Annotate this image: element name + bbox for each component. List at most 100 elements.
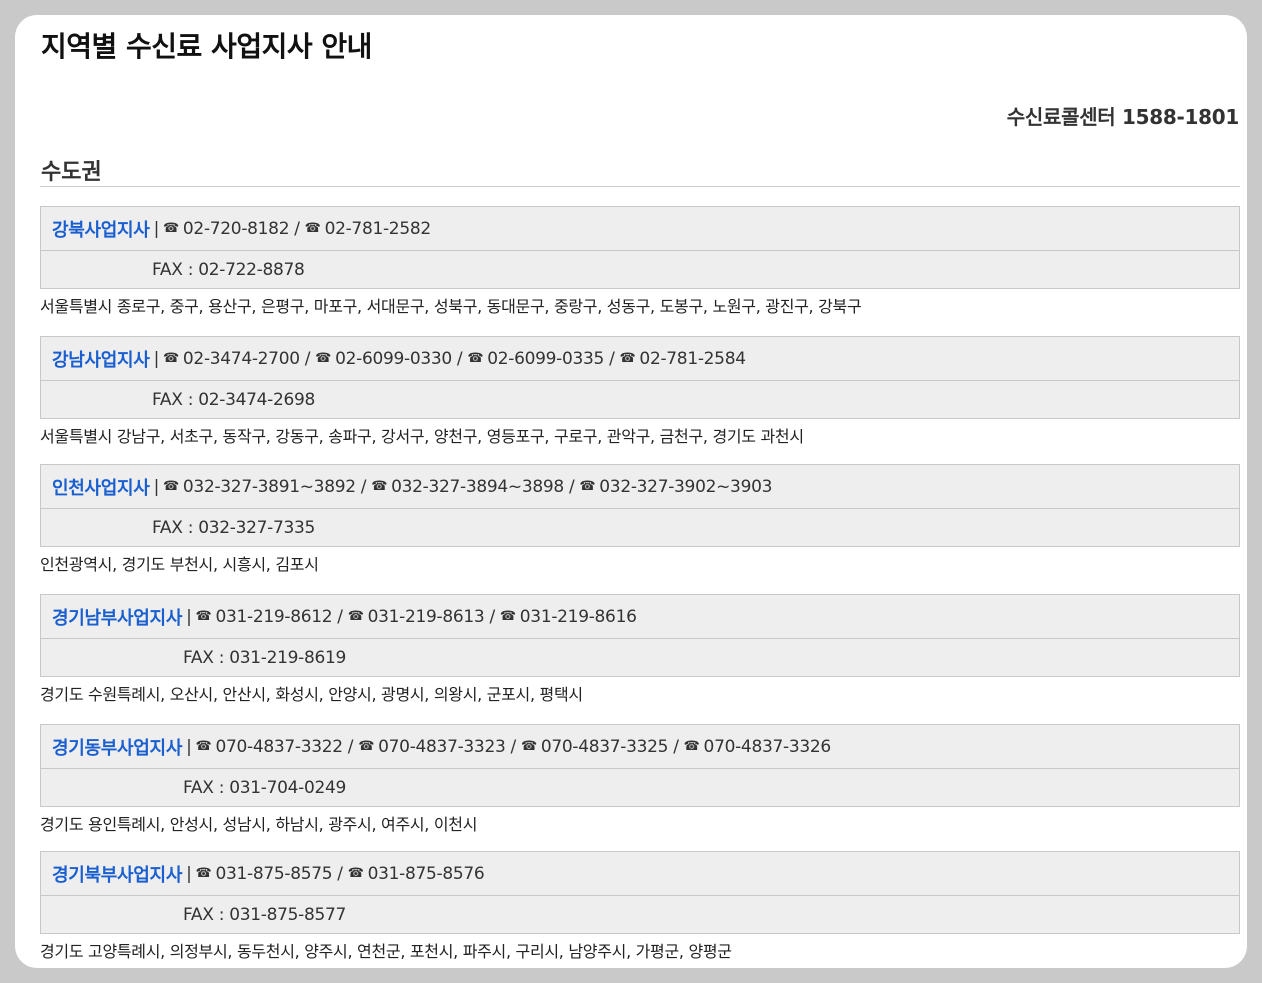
call-center-number: 수신료콜센터 1588-1801	[1006, 105, 1240, 129]
fax-number: FAX : 031-219-8619	[183, 647, 347, 668]
office-phone-row: 경기남부사업지사 | ☎ 031-219-8612/☎ 031-219-8613/☎ 03…	[41, 595, 1239, 638]
office-phone-row: 강북사업지사 | ☎ 02-720-8182/☎ 02-781-2582	[41, 207, 1239, 250]
phone-icon: ☎	[347, 609, 364, 624]
region-title: 수도권	[41, 160, 102, 185]
office-fax-row: FAX : 031-875-8577	[41, 895, 1239, 933]
phone-number: 031-875-8575	[215, 863, 333, 884]
phone-icon: ☎	[579, 479, 596, 494]
phone-divider: /	[337, 863, 343, 884]
phone-number: 031-875-8576	[367, 863, 485, 884]
phone-number: 032-327-3902~3903	[599, 476, 773, 497]
office-block: 인천사업지사 | ☎ 032-327-3891~3892/☎ 032-327-3894~…	[40, 464, 1240, 575]
phone-icon: ☎	[163, 479, 179, 494]
phone-divider: /	[609, 348, 615, 369]
office-phone-row: 인천사업지사 | ☎ 032-327-3891~3892/☎ 032-327-3894~…	[41, 465, 1239, 508]
name-divider: |	[153, 218, 160, 239]
phone-icon: ☎	[163, 351, 179, 366]
office-block: 경기남부사업지사 | ☎ 031-219-8612/☎ 031-219-8613/☎ 03…	[40, 594, 1240, 705]
office-coverage-areas: 경기도 고양특례시, 의정부시, 동두천시, 양주시, 연천군, 포천시, 파주…	[40, 942, 732, 961]
content-card: 지역별 수신료 사업지사 안내 수신료콜센터 1588-1801 수도권 강북사…	[15, 15, 1247, 968]
office-fax-row: FAX : 032-327-7335	[41, 508, 1239, 546]
office-phone-row: 경기동부사업지사 | ☎ 070-4837-3322/☎ 070-4837-3323/☎…	[41, 725, 1239, 768]
name-divider: |	[186, 863, 192, 884]
phone-icon: ☎	[499, 609, 516, 624]
office-coverage-areas: 인천광역시, 경기도 부천시, 시흥시, 김포시	[40, 555, 319, 574]
office-block: 강남사업지사 | ☎ 02-3474-2700/☎ 02-6099-0330/☎ 02-6…	[40, 336, 1240, 447]
office-coverage-areas: 경기도 수원특례시, 오산시, 안산시, 화성시, 안양시, 광명시, 의왕시,…	[40, 685, 583, 704]
office-fax-row: FAX : 031-219-8619	[41, 638, 1239, 676]
office-name[interactable]: 인천사업지사	[52, 474, 150, 500]
region-divider	[40, 186, 1240, 187]
phone-icon: ☎	[163, 221, 179, 236]
phone-number: 070-4837-3322	[215, 736, 343, 757]
page-title: 지역별 수신료 사업지사 안내	[41, 30, 372, 63]
phone-icon: ☎	[358, 739, 375, 754]
fax-number: FAX : 02-722-8878	[152, 259, 305, 280]
fax-number: FAX : 032-327-7335	[152, 517, 316, 538]
phone-divider: /	[294, 218, 300, 239]
office-fax-row: FAX : 031-704-0249	[41, 768, 1239, 806]
office-info-box: 인천사업지사 | ☎ 032-327-3891~3892/☎ 032-327-3894~…	[40, 464, 1240, 547]
phone-divider: /	[673, 736, 679, 757]
office-info-box: 경기북부사업지사 | ☎ 031-875-8575/☎ 031-875-8576 FAX …	[40, 851, 1240, 934]
office-fax-row: FAX : 02-3474-2698	[41, 380, 1239, 418]
name-divider: |	[153, 476, 160, 497]
phone-icon: ☎	[195, 609, 212, 624]
office-coverage-areas: 서울특별시 종로구, 중구, 용산구, 은평구, 마포구, 서대문구, 성북구,…	[40, 297, 862, 316]
phone-icon: ☎	[195, 739, 212, 754]
phone-icon: ☎	[520, 739, 537, 754]
office-phone-row: 경기북부사업지사 | ☎ 031-875-8575/☎ 031-875-8576	[41, 852, 1239, 895]
phone-number: 032-327-3894~3898	[391, 476, 564, 497]
phone-number: 070-4837-3326	[703, 736, 832, 757]
office-phone-row: 강남사업지사 | ☎ 02-3474-2700/☎ 02-6099-0330/☎ 02-6…	[41, 337, 1239, 380]
phone-number: 02-720-8182	[182, 218, 290, 239]
phone-number: 031-219-8613	[367, 606, 485, 627]
phone-number: 032-327-3891~3892	[182, 476, 356, 497]
fax-number: FAX : 031-875-8577	[183, 904, 347, 925]
office-name[interactable]: 경기북부사업지사	[52, 861, 182, 887]
phone-divider: /	[456, 348, 463, 369]
phone-number: 070-4837-3323	[378, 736, 506, 757]
phone-number: 031-219-8612	[215, 606, 333, 627]
phone-number: 02-3474-2700	[182, 348, 300, 369]
phone-icon: ☎	[315, 351, 332, 366]
office-fax-row: FAX : 02-722-8878	[41, 250, 1239, 288]
office-info-box: 강북사업지사 | ☎ 02-720-8182/☎ 02-781-2582 FAX : 02…	[40, 206, 1240, 289]
office-block: 강북사업지사 | ☎ 02-720-8182/☎ 02-781-2582 FAX : 02…	[40, 206, 1240, 317]
name-divider: |	[153, 348, 160, 369]
phone-number: 02-781-2582	[324, 218, 432, 239]
office-block: 경기동부사업지사 | ☎ 070-4837-3322/☎ 070-4837-3323/☎…	[40, 724, 1240, 835]
office-block: 경기북부사업지사 | ☎ 031-875-8575/☎ 031-875-8576 FAX …	[40, 851, 1240, 962]
office-coverage-areas: 서울특별시 강남구, 서초구, 동작구, 강동구, 송파구, 강서구, 양천구,…	[40, 427, 804, 446]
office-info-box: 경기동부사업지사 | ☎ 070-4837-3322/☎ 070-4837-3323/☎…	[40, 724, 1240, 807]
office-name[interactable]: 강북사업지사	[52, 216, 150, 242]
phone-number: 02-781-2584	[639, 348, 746, 369]
phone-icon: ☎	[371, 479, 388, 494]
phone-divider: /	[568, 476, 575, 497]
phone-icon: ☎	[467, 351, 484, 366]
office-info-box: 강남사업지사 | ☎ 02-3474-2700/☎ 02-6099-0330/☎ 02-6…	[40, 336, 1240, 419]
office-coverage-areas: 경기도 용인특례시, 안성시, 성남시, 하남시, 광주시, 여주시, 이천시	[40, 815, 478, 834]
phone-divider: /	[510, 736, 517, 757]
name-divider: |	[186, 606, 192, 627]
office-info-box: 경기남부사업지사 | ☎ 031-219-8612/☎ 031-219-8613/☎ 03…	[40, 594, 1240, 677]
phone-number: 02-6099-0335	[487, 348, 605, 369]
phone-divider: /	[304, 348, 311, 369]
phone-icon: ☎	[347, 866, 364, 881]
phone-icon: ☎	[304, 221, 321, 236]
office-name[interactable]: 강남사업지사	[52, 346, 150, 372]
phone-divider: /	[347, 736, 354, 757]
phone-icon: ☎	[683, 739, 700, 754]
phone-divider: /	[337, 606, 343, 627]
phone-icon: ☎	[195, 866, 212, 881]
phone-divider: /	[360, 476, 367, 497]
office-name[interactable]: 경기동부사업지사	[52, 734, 182, 760]
phone-number: 070-4837-3325	[540, 736, 669, 757]
fax-number: FAX : 02-3474-2698	[152, 389, 316, 410]
office-name[interactable]: 경기남부사업지사	[52, 604, 182, 630]
phone-icon: ☎	[619, 351, 636, 366]
phone-divider: /	[489, 606, 495, 627]
phone-number: 031-219-8616	[519, 606, 637, 627]
phone-number: 02-6099-0330	[335, 348, 452, 369]
name-divider: |	[186, 736, 192, 757]
